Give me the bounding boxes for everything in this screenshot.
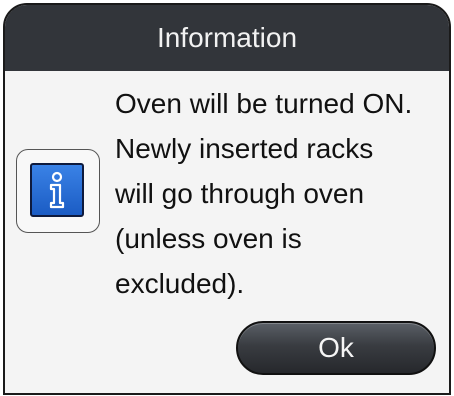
message-line: Oven will be turned ON. <box>115 88 413 119</box>
info-icon-frame <box>16 149 100 233</box>
message-line: (unless oven is <box>115 223 302 254</box>
information-dialog: Information Oven will be turned ON. Newl… <box>3 3 451 395</box>
message-line: will go through oven <box>115 178 365 209</box>
dialog-title-bar: Information <box>5 5 449 71</box>
dialog-title: Information <box>156 22 298 53</box>
ok-button[interactable]: Ok <box>236 321 436 375</box>
dialog-message: Oven will be turned ON. Newly inserted r… <box>115 81 445 306</box>
message-line: Newly inserted racks <box>115 133 374 164</box>
message-line: excluded). <box>115 268 245 299</box>
info-icon <box>30 163 84 217</box>
